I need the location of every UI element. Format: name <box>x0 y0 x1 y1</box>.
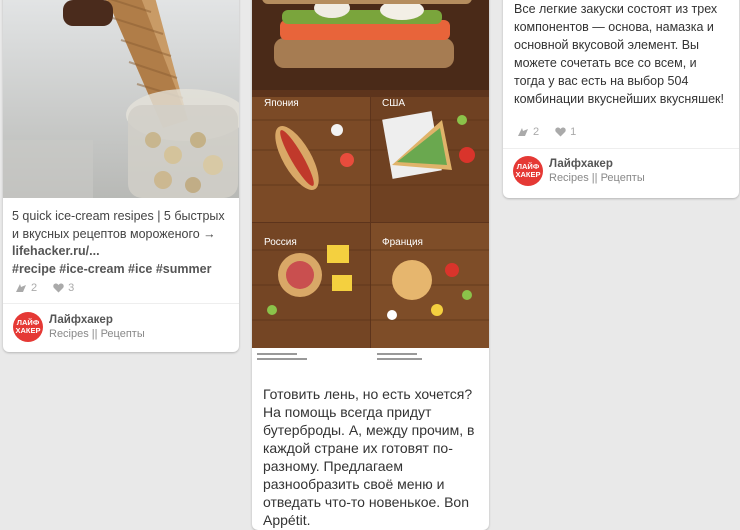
board-name[interactable]: Recipes || Рецепты <box>549 172 645 184</box>
pin-stats: 2 3 <box>15 282 74 294</box>
like-count: 3 <box>68 282 75 294</box>
board-name[interactable]: Recipes || Рецепты <box>49 328 145 340</box>
avatar[interactable]: ЛАЙФ ХАКЕР <box>13 312 43 342</box>
pin-card-ice-cream[interactable]: 5 quick ice-cream resipes | 5 быстрых и … <box>3 0 239 352</box>
repin-icon <box>517 127 529 137</box>
description-text: 5 quick ice-cream resipes | 5 быстрых и … <box>12 209 225 241</box>
pin-image-sandwiches[interactable] <box>252 0 489 377</box>
image-label-usa: США <box>382 98 406 109</box>
repin-count: 2 <box>31 282 38 294</box>
divider <box>503 148 739 149</box>
repin-icon <box>15 283 27 293</box>
divider <box>3 303 239 304</box>
pin-card-snacks[interactable]: Все легкие закуски состоят из трех компо… <box>503 0 739 198</box>
source-link[interactable]: lifehacker.ru/... <box>12 244 100 258</box>
like-count: 1 <box>570 126 577 138</box>
pin-description: 5 quick ice-cream resipes | 5 быстрых и … <box>12 208 226 278</box>
source-name[interactable]: Лайфхакер <box>49 314 145 326</box>
pin-stats: 2 1 <box>517 126 576 138</box>
avatar-text-line2: ХАКЕР <box>515 170 541 179</box>
repin-count: 2 <box>533 126 540 138</box>
source-name[interactable]: Лайфхакер <box>549 158 645 170</box>
pin-source[interactable]: ЛАЙФ ХАКЕР Лайфхакер Recipes || Рецепты <box>513 156 645 186</box>
image-label-japan: Япония <box>264 98 299 109</box>
pin-description: Все легкие закуски состоят из трех компо… <box>514 2 724 106</box>
avatar[interactable]: ЛАЙФ ХАКЕР <box>513 156 543 186</box>
heart-icon <box>555 127 566 137</box>
avatar-text-line2: ХАКЕР <box>15 326 41 335</box>
heart-icon <box>53 283 64 293</box>
pin-card-sandwiches[interactable]: Япония США Россия Франция Готовить лень,… <box>252 0 489 530</box>
pin-image-ice-cream[interactable] <box>3 0 239 198</box>
image-label-russia: Россия <box>264 237 297 248</box>
image-label-france: Франция <box>382 237 423 248</box>
hashtags[interactable]: #recipe #ice-cream #ice #summer <box>12 262 211 276</box>
pin-description: Готовить лень, но есть хочется? На помощ… <box>263 386 475 528</box>
pin-source[interactable]: ЛАЙФ ХАКЕР Лайфхакер Recipes || Рецепты <box>13 312 145 342</box>
